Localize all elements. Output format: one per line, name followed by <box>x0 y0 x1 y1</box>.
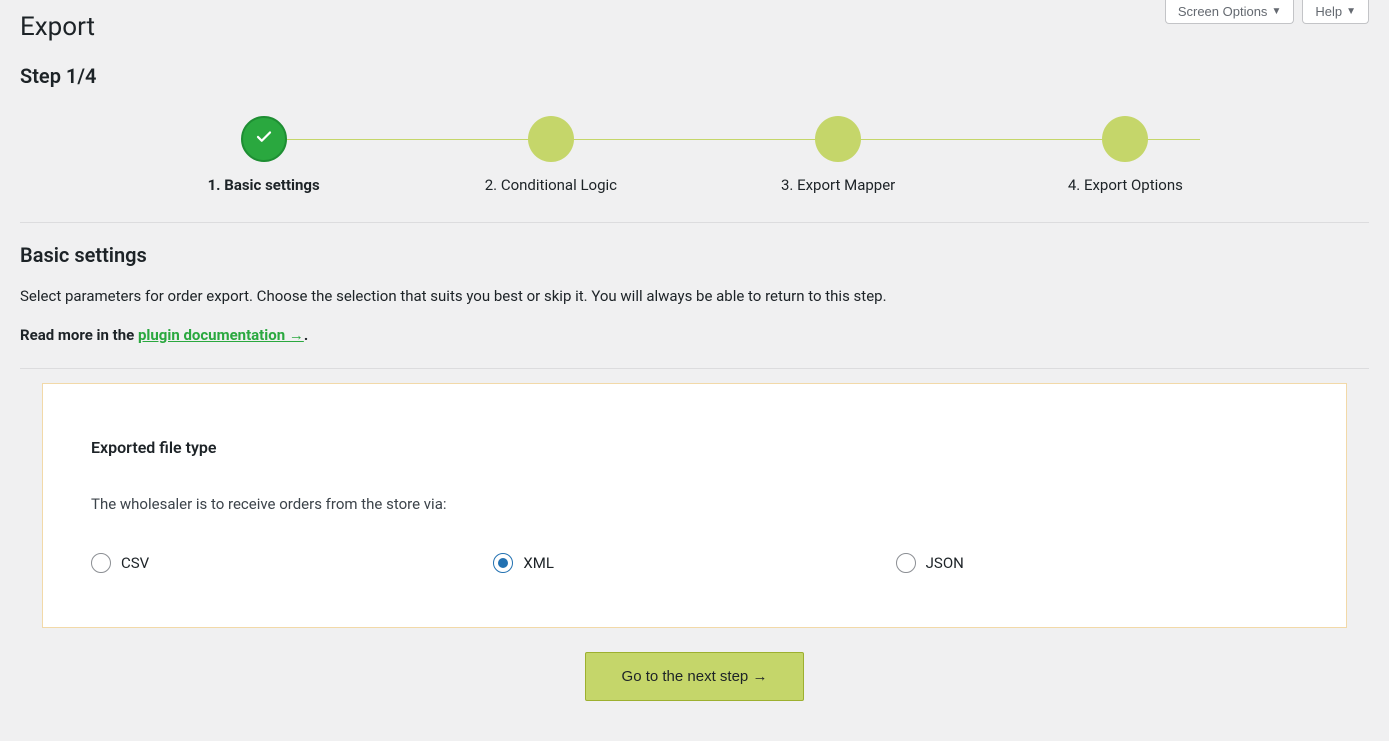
step-export-options[interactable]: 4. Export Options <box>982 116 1269 194</box>
step-label: 1. Basic settings <box>208 176 320 194</box>
step-heading: Step 1/4 <box>20 64 1369 88</box>
file-type-panel: Exported file type The wholesaler is to … <box>42 383 1347 628</box>
next-button-wrap: Go to the next step → <box>20 652 1369 741</box>
help-label: Help <box>1315 4 1342 19</box>
panel-description: The wholesaler is to receive orders from… <box>91 495 1298 513</box>
step-circle-active <box>241 116 287 162</box>
stepper: 1. Basic settings 2. Conditional Logic 3… <box>120 116 1269 194</box>
caret-down-icon: ▼ <box>1346 6 1356 17</box>
radio-label-csv: CSV <box>121 554 149 572</box>
step-circle <box>528 116 574 162</box>
help-button[interactable]: Help ▼ <box>1302 0 1369 24</box>
section-description: Select parameters for order export. Choo… <box>20 285 1369 308</box>
radio-xml[interactable] <box>493 553 513 573</box>
step-export-mapper[interactable]: 3. Export Mapper <box>695 116 982 194</box>
file-type-radios: CSV XML JSON <box>91 553 1298 573</box>
radio-option-csv[interactable]: CSV <box>91 553 493 573</box>
divider <box>20 222 1369 223</box>
radio-option-json[interactable]: JSON <box>896 553 1298 573</box>
radio-option-xml[interactable]: XML <box>493 553 895 573</box>
step-basic-settings[interactable]: 1. Basic settings <box>120 116 407 194</box>
doc-suffix: . <box>304 326 308 344</box>
next-step-button[interactable]: Go to the next step → <box>585 652 805 701</box>
screen-options-button[interactable]: Screen Options ▼ <box>1165 0 1295 24</box>
step-label: 4. Export Options <box>1068 176 1183 194</box>
doc-line: Read more in the plugin documentation →. <box>20 326 1369 344</box>
step-label: 2. Conditional Logic <box>485 176 617 194</box>
divider <box>20 368 1369 369</box>
plugin-documentation-link[interactable]: plugin documentation → <box>138 326 304 344</box>
radio-csv[interactable] <box>91 553 111 573</box>
step-circle <box>1102 116 1148 162</box>
caret-down-icon: ▼ <box>1271 6 1281 17</box>
panel-title: Exported file type <box>91 438 1298 457</box>
doc-prefix: Read more in the <box>20 326 138 344</box>
checkmark-icon <box>255 127 273 151</box>
radio-label-json: JSON <box>926 554 964 572</box>
step-label: 3. Export Mapper <box>781 176 895 194</box>
section-title: Basic settings <box>20 243 1369 267</box>
step-conditional-logic[interactable]: 2. Conditional Logic <box>407 116 694 194</box>
radio-label-xml: XML <box>523 554 554 572</box>
step-circle <box>815 116 861 162</box>
radio-json[interactable] <box>896 553 916 573</box>
screen-options-label: Screen Options <box>1178 4 1268 19</box>
